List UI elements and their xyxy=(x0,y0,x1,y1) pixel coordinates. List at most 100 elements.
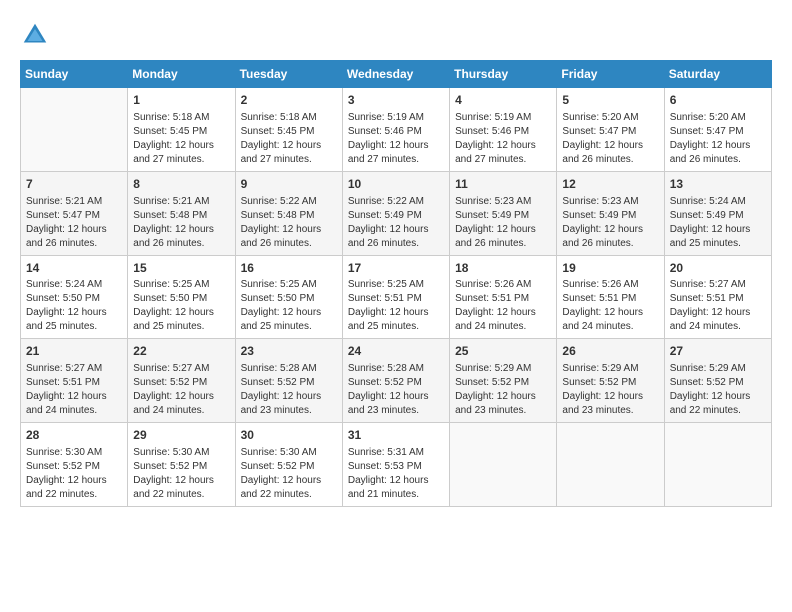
day-info: Sunrise: 5:21 AM Sunset: 5:47 PM Dayligh… xyxy=(26,195,122,251)
day-cell xyxy=(557,423,664,507)
day-number: 26 xyxy=(562,343,658,360)
day-info: Sunrise: 5:18 AM Sunset: 5:45 PM Dayligh… xyxy=(133,111,229,167)
week-row-3: 14Sunrise: 5:24 AM Sunset: 5:50 PM Dayli… xyxy=(21,255,772,339)
day-cell: 3 Sunrise: 5:19 AM Sunset: 5:46 PM Daylig… xyxy=(342,88,449,172)
week-row-5: 28 Sunrise: 5:30 AM Sunset: 5:52 PM Dayli… xyxy=(21,423,772,507)
day-cell: 24Sunrise: 5:28 AM Sunset: 5:52 PM Dayli… xyxy=(342,339,449,423)
header-cell-saturday: Saturday xyxy=(664,61,771,88)
logo xyxy=(20,20,54,50)
day-info: Sunrise: 5:30 AM Sunset: 5:52 PM Dayligh… xyxy=(241,446,337,502)
day-number: 22 xyxy=(133,343,229,360)
day-number: 6 xyxy=(670,92,766,109)
day-number: 1 xyxy=(133,92,229,109)
day-info: Sunrise: 5:24 AM Sunset: 5:49 PM Dayligh… xyxy=(670,195,766,251)
day-cell: 19Sunrise: 5:26 AM Sunset: 5:51 PM Dayli… xyxy=(557,255,664,339)
day-number: 19 xyxy=(562,260,658,277)
day-info: Sunrise: 5:25 AM Sunset: 5:51 PM Dayligh… xyxy=(348,278,444,334)
day-number: 4 xyxy=(455,92,551,109)
day-info: Sunrise: 5:24 AM Sunset: 5:50 PM Dayligh… xyxy=(26,278,122,334)
day-number: 17 xyxy=(348,260,444,277)
day-cell: 5 Sunrise: 5:20 AM Sunset: 5:47 PM Daylig… xyxy=(557,88,664,172)
day-info: Sunrise: 5:20 AM Sunset: 5:47 PM Dayligh… xyxy=(562,111,658,167)
day-cell: 10 Sunrise: 5:22 AM Sunset: 5:49 PM Dayli… xyxy=(342,171,449,255)
day-info: Sunrise: 5:25 AM Sunset: 5:50 PM Dayligh… xyxy=(133,278,229,334)
week-row-2: 7 Sunrise: 5:21 AM Sunset: 5:47 PM Daylig… xyxy=(21,171,772,255)
day-info: Sunrise: 5:28 AM Sunset: 5:52 PM Dayligh… xyxy=(241,362,337,418)
day-cell: 30 Sunrise: 5:30 AM Sunset: 5:52 PM Dayli… xyxy=(235,423,342,507)
day-info: Sunrise: 5:19 AM Sunset: 5:46 PM Dayligh… xyxy=(348,111,444,167)
day-number: 24 xyxy=(348,343,444,360)
day-number: 12 xyxy=(562,176,658,193)
day-info: Sunrise: 5:29 AM Sunset: 5:52 PM Dayligh… xyxy=(455,362,551,418)
day-info: Sunrise: 5:27 AM Sunset: 5:52 PM Dayligh… xyxy=(133,362,229,418)
day-cell: 31 Sunrise: 5:31 AM Sunset: 5:53 PM Dayli… xyxy=(342,423,449,507)
day-info: Sunrise: 5:31 AM Sunset: 5:53 PM Dayligh… xyxy=(348,446,444,502)
day-info: Sunrise: 5:19 AM Sunset: 5:46 PM Dayligh… xyxy=(455,111,551,167)
week-row-4: 21 Sunrise: 5:27 AM Sunset: 5:51 PM Dayli… xyxy=(21,339,772,423)
day-number: 10 xyxy=(348,176,444,193)
day-cell: 17Sunrise: 5:25 AM Sunset: 5:51 PM Dayli… xyxy=(342,255,449,339)
day-cell: 1 Sunrise: 5:18 AM Sunset: 5:45 PM Daylig… xyxy=(128,88,235,172)
day-info: Sunrise: 5:29 AM Sunset: 5:52 PM Dayligh… xyxy=(562,362,658,418)
calendar-table: SundayMondayTuesdayWednesdayThursdayFrid… xyxy=(20,60,772,507)
day-number: 21 xyxy=(26,343,122,360)
logo-icon xyxy=(20,20,50,50)
day-number: 16 xyxy=(241,260,337,277)
day-number: 29 xyxy=(133,427,229,444)
day-info: Sunrise: 5:20 AM Sunset: 5:47 PM Dayligh… xyxy=(670,111,766,167)
day-info: Sunrise: 5:25 AM Sunset: 5:50 PM Dayligh… xyxy=(241,278,337,334)
day-cell: 28 Sunrise: 5:30 AM Sunset: 5:52 PM Dayli… xyxy=(21,423,128,507)
day-cell: 22 Sunrise: 5:27 AM Sunset: 5:52 PM Dayli… xyxy=(128,339,235,423)
day-cell: 13 Sunrise: 5:24 AM Sunset: 5:49 PM Dayli… xyxy=(664,171,771,255)
day-cell: 16Sunrise: 5:25 AM Sunset: 5:50 PM Dayli… xyxy=(235,255,342,339)
day-info: Sunrise: 5:23 AM Sunset: 5:49 PM Dayligh… xyxy=(455,195,551,251)
day-cell: 4 Sunrise: 5:19 AM Sunset: 5:46 PM Daylig… xyxy=(450,88,557,172)
day-cell: 18Sunrise: 5:26 AM Sunset: 5:51 PM Dayli… xyxy=(450,255,557,339)
day-number: 14 xyxy=(26,260,122,277)
day-number: 13 xyxy=(670,176,766,193)
day-number: 9 xyxy=(241,176,337,193)
header-cell-tuesday: Tuesday xyxy=(235,61,342,88)
day-info: Sunrise: 5:22 AM Sunset: 5:48 PM Dayligh… xyxy=(241,195,337,251)
day-info: Sunrise: 5:23 AM Sunset: 5:49 PM Dayligh… xyxy=(562,195,658,251)
header-row: SundayMondayTuesdayWednesdayThursdayFrid… xyxy=(21,61,772,88)
day-cell: 21 Sunrise: 5:27 AM Sunset: 5:51 PM Dayli… xyxy=(21,339,128,423)
day-cell: 8Sunrise: 5:21 AM Sunset: 5:48 PM Daylig… xyxy=(128,171,235,255)
day-cell: 15Sunrise: 5:25 AM Sunset: 5:50 PM Dayli… xyxy=(128,255,235,339)
day-cell: 6 Sunrise: 5:20 AM Sunset: 5:47 PM Daylig… xyxy=(664,88,771,172)
day-info: Sunrise: 5:26 AM Sunset: 5:51 PM Dayligh… xyxy=(455,278,551,334)
day-info: Sunrise: 5:27 AM Sunset: 5:51 PM Dayligh… xyxy=(26,362,122,418)
day-number: 5 xyxy=(562,92,658,109)
day-cell: 14Sunrise: 5:24 AM Sunset: 5:50 PM Dayli… xyxy=(21,255,128,339)
day-info: Sunrise: 5:29 AM Sunset: 5:52 PM Dayligh… xyxy=(670,362,766,418)
day-cell: 2 Sunrise: 5:18 AM Sunset: 5:45 PM Daylig… xyxy=(235,88,342,172)
day-cell: 26 Sunrise: 5:29 AM Sunset: 5:52 PM Dayli… xyxy=(557,339,664,423)
day-cell: 12 Sunrise: 5:23 AM Sunset: 5:49 PM Dayli… xyxy=(557,171,664,255)
day-number: 31 xyxy=(348,427,444,444)
day-number: 8 xyxy=(133,176,229,193)
day-cell xyxy=(21,88,128,172)
day-number: 15 xyxy=(133,260,229,277)
day-cell xyxy=(664,423,771,507)
week-row-1: 1 Sunrise: 5:18 AM Sunset: 5:45 PM Daylig… xyxy=(21,88,772,172)
day-info: Sunrise: 5:30 AM Sunset: 5:52 PM Dayligh… xyxy=(26,446,122,502)
day-number: 27 xyxy=(670,343,766,360)
day-info: Sunrise: 5:18 AM Sunset: 5:45 PM Dayligh… xyxy=(241,111,337,167)
day-number: 7 xyxy=(26,176,122,193)
header-cell-friday: Friday xyxy=(557,61,664,88)
day-number: 25 xyxy=(455,343,551,360)
day-cell: 20Sunrise: 5:27 AM Sunset: 5:51 PM Dayli… xyxy=(664,255,771,339)
day-number: 23 xyxy=(241,343,337,360)
header-cell-thursday: Thursday xyxy=(450,61,557,88)
day-number: 28 xyxy=(26,427,122,444)
day-cell: 23 Sunrise: 5:28 AM Sunset: 5:52 PM Dayli… xyxy=(235,339,342,423)
day-info: Sunrise: 5:22 AM Sunset: 5:49 PM Dayligh… xyxy=(348,195,444,251)
day-cell: 25 Sunrise: 5:29 AM Sunset: 5:52 PM Dayli… xyxy=(450,339,557,423)
day-info: Sunrise: 5:30 AM Sunset: 5:52 PM Dayligh… xyxy=(133,446,229,502)
day-cell: 29 Sunrise: 5:30 AM Sunset: 5:52 PM Dayli… xyxy=(128,423,235,507)
day-cell xyxy=(450,423,557,507)
day-number: 30 xyxy=(241,427,337,444)
header-cell-monday: Monday xyxy=(128,61,235,88)
day-number: 2 xyxy=(241,92,337,109)
day-number: 3 xyxy=(348,92,444,109)
